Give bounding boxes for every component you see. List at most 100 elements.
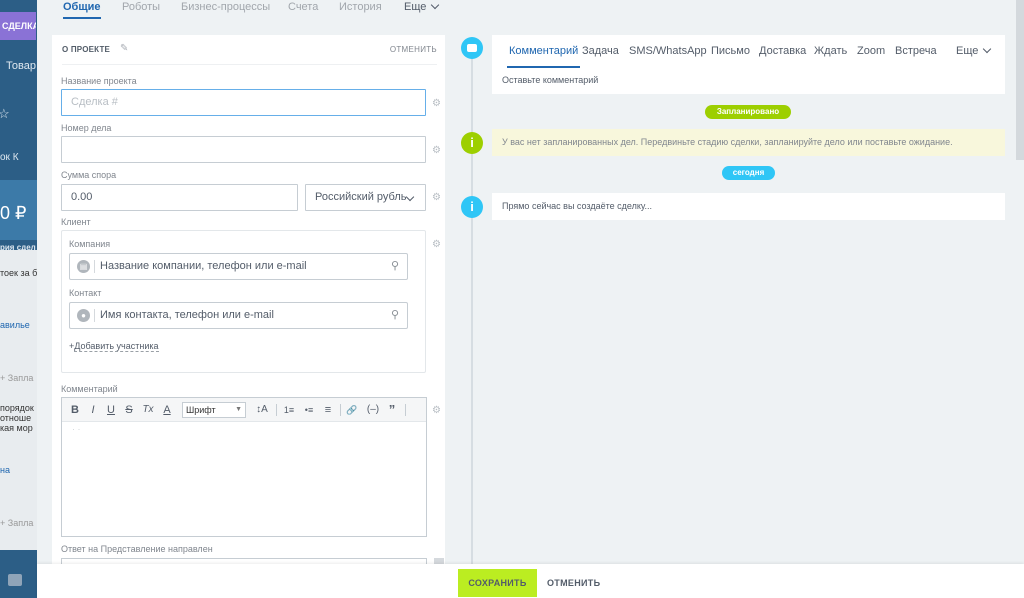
activity-tab-wait[interactable]: Ждать	[814, 45, 847, 57]
code-button[interactable]: (–)	[363, 398, 383, 422]
gear-icon[interactable]: ⚙	[432, 146, 441, 156]
currency-select[interactable]: Российский рубль	[305, 184, 426, 211]
gear-icon[interactable]: ⚙	[432, 193, 441, 203]
project-name-placeholder: Сделка #	[71, 96, 118, 108]
currency-value: Российский рубль	[315, 191, 407, 203]
tab-general[interactable]: Общие	[63, 0, 101, 19]
search-icon[interactable]: ⚲	[391, 254, 399, 279]
background-deal-button: СДЕЛКА	[0, 12, 36, 40]
case-number-label: Номер дела	[61, 123, 112, 133]
activity-tab-comment[interactable]: Комментарий	[506, 45, 581, 68]
activity-more[interactable]: Еще	[956, 44, 992, 57]
timeline-line	[471, 45, 473, 585]
cancel-button[interactable]: ОТМЕНИТЬ	[547, 569, 600, 597]
quote-button[interactable]: ”	[385, 398, 399, 422]
editor-body[interactable]: · ·	[72, 424, 81, 434]
card-cancel-link[interactable]: ОТМЕНИТЬ	[390, 45, 437, 54]
ordered-list-button[interactable]: 1≡	[280, 398, 298, 422]
reply-label: Ответ на Представление направлен	[61, 544, 213, 554]
tab-invoices[interactable]: Счета	[288, 0, 318, 14]
client-block: Компания ▤ Название компании, телефон ил…	[61, 230, 426, 373]
activity-tab-task[interactable]: Задача	[582, 45, 619, 57]
add-participant-label: Добавить участника	[74, 341, 159, 352]
scrollbar[interactable]	[1016, 0, 1024, 160]
toolbar-divider	[340, 404, 341, 416]
search-icon[interactable]: ⚲	[391, 303, 399, 328]
deal-edit-panel: Общие Роботы Бизнес-процессы Счета Истор…	[37, 0, 1024, 598]
bold-button[interactable]: B	[68, 398, 82, 422]
background-text: отноше	[0, 413, 32, 423]
card-header: О ПРОЕКТЕ ✎ ОТМЕНИТЬ	[62, 44, 437, 65]
building-icon: ▤	[77, 260, 90, 273]
tab-robots[interactable]: Роботы	[122, 0, 160, 14]
tab-business-processes[interactable]: Бизнес-процессы	[181, 0, 270, 14]
background-text: + Запла	[0, 373, 34, 383]
divider	[94, 260, 95, 273]
contact-placeholder: Имя контакта, телефон или e-mail	[100, 309, 274, 321]
comment-editor[interactable]: B I U S Tx A Шрифт ▼ ↕A 1≡ •≡ ≡ 🔗 (–) ” ·…	[61, 397, 427, 537]
footer-bar: СОХРАНИТЬ ОТМЕНИТЬ	[37, 564, 1024, 598]
about-project-card: О ПРОЕКТЕ ✎ ОТМЕНИТЬ Название проекта Сд…	[52, 35, 445, 568]
comment-label: Комментарий	[61, 384, 118, 394]
comment-placeholder[interactable]: Оставьте комментарий	[502, 75, 598, 85]
background-text: Товар	[6, 60, 36, 72]
editor-toolbar: B I U S Tx A Шрифт ▼ ↕A 1≡ •≡ ≡ 🔗 (–) ”	[62, 398, 426, 422]
tab-history[interactable]: История	[339, 0, 382, 14]
font-size-button[interactable]: ↕A	[251, 398, 273, 422]
person-icon: ●	[77, 309, 90, 322]
tab-more-label: Еще	[404, 1, 427, 13]
bulleted-list-button[interactable]: •≡	[300, 398, 318, 422]
underline-button[interactable]: U	[104, 398, 118, 422]
star-icon: ☆	[0, 106, 10, 121]
italic-button[interactable]: I	[86, 398, 100, 422]
company-search-input[interactable]: ▤ Название компании, телефон или e-mail …	[69, 253, 408, 280]
gear-icon[interactable]: ⚙	[432, 240, 441, 250]
background-text: авилье	[0, 320, 30, 330]
save-button[interactable]: СОХРАНИТЬ	[458, 569, 537, 597]
activity-tab-email[interactable]: Письмо	[711, 45, 750, 57]
background-text: ок К	[0, 152, 19, 163]
font-select-value: Шрифт	[186, 405, 216, 415]
chevron-down-icon: ▼	[235, 406, 242, 413]
chevron-down-icon	[983, 44, 992, 54]
creating-deal-entry: Прямо сейчас вы создаёте сделку...	[492, 193, 1005, 220]
background-text: кая мор	[0, 423, 33, 433]
planned-notice: У вас нет запланированных дел. Передвинь…	[492, 129, 1005, 156]
company-label: Компания	[69, 239, 111, 249]
planned-badge: Запланировано	[705, 105, 791, 119]
pencil-icon[interactable]: ✎	[120, 44, 130, 54]
remove-format-button[interactable]: Tx	[140, 398, 156, 422]
tab-more[interactable]: Еще	[404, 0, 440, 14]
activity-tab-zoom[interactable]: Zoom	[857, 45, 885, 57]
divider	[94, 309, 95, 322]
font-select[interactable]: Шрифт ▼	[182, 402, 246, 418]
contact-label: Контакт	[69, 288, 102, 298]
case-number-input[interactable]	[61, 136, 426, 163]
background-text: порядок	[0, 403, 34, 413]
toolbar-divider	[276, 404, 277, 416]
gear-icon[interactable]: ⚙	[432, 99, 441, 109]
contact-search-input[interactable]: ● Имя контакта, телефон или e-mail ⚲	[69, 302, 408, 329]
activity-tab-meeting[interactable]: Встреча	[895, 45, 937, 57]
comment-icon	[461, 37, 483, 59]
text-color-button[interactable]: A	[160, 398, 174, 422]
add-participant-link[interactable]: +Добавить участника	[69, 341, 159, 352]
chevron-down-icon	[431, 0, 440, 10]
link-icon[interactable]: 🔗	[344, 398, 360, 422]
activity-tab-sms[interactable]: SMS/WhatsApp	[629, 45, 707, 57]
dispute-sum-input[interactable]: 0.00	[61, 184, 298, 211]
toolbar-divider	[405, 404, 406, 416]
top-tab-bar: Общие Роботы Бизнес-процессы Счета Истор…	[37, 0, 1024, 22]
activity-editor: Комментарий Задача SMS/WhatsApp Письмо Д…	[492, 35, 1005, 94]
align-button[interactable]: ≡	[320, 398, 336, 422]
activity-tab-delivery[interactable]: Доставка	[759, 45, 806, 57]
project-name-input[interactable]: Сделка #	[61, 89, 426, 116]
gear-icon[interactable]: ⚙	[432, 406, 441, 416]
background-text: на	[0, 465, 10, 475]
background-list: тоек за б авилье + Запла порядок отноше …	[0, 250, 37, 550]
chevron-down-icon	[405, 192, 415, 202]
background-crm-strip: СДЕЛКА Товар ☆ ок К 0 ₽ рия сдел тоек за…	[0, 0, 37, 598]
dispute-sum-label: Сумма спора	[61, 170, 117, 180]
strikethrough-button[interactable]: S	[122, 398, 136, 422]
client-label: Клиент	[61, 217, 91, 227]
